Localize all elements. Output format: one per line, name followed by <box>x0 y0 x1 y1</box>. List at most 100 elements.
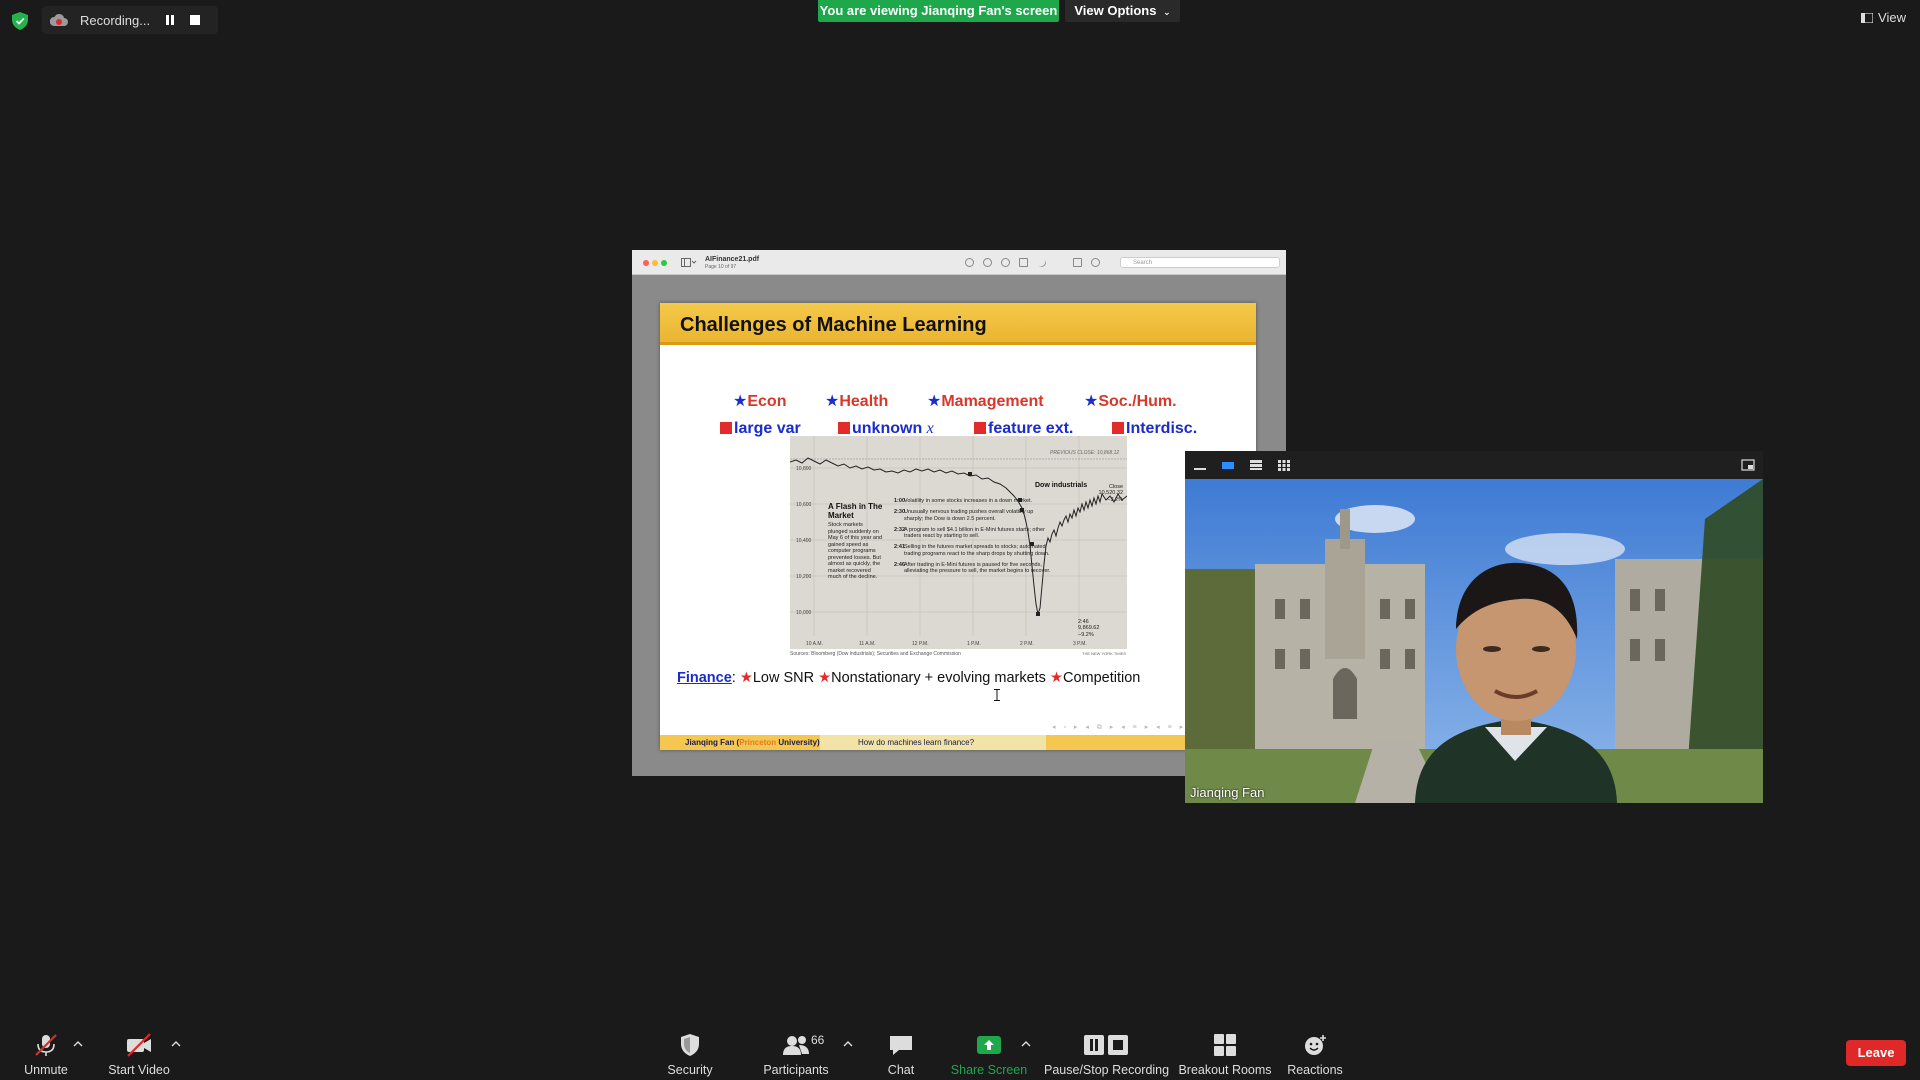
red-square-icon <box>974 422 986 434</box>
y-tick-label: 10,800 <box>796 466 812 472</box>
pdf-search-field[interactable]: Search <box>1120 257 1280 268</box>
close-window-icon[interactable] <box>643 260 649 266</box>
markup-toolbar-icon[interactable] <box>1091 258 1100 267</box>
graphic-credit: THE NEW YORK TIMES <box>1082 651 1127 656</box>
event-list: 1:00 Volatility in some stocks increases … <box>894 498 1054 580</box>
pause-recording-icon[interactable] <box>164 14 176 26</box>
minimize-video-icon[interactable] <box>1193 459 1207 471</box>
strip-view-icon[interactable] <box>1249 459 1263 471</box>
x-tick-label: 1 P.M. <box>967 641 981 647</box>
close-value-label: Close 10,520.32 −3.2% <box>1098 484 1123 503</box>
pause-stop-label: Pause/Stop Recording <box>1044 1063 1170 1077</box>
unmute-button[interactable]: Unmute <box>18 1020 74 1080</box>
y-tick-label: 10,000 <box>796 610 812 616</box>
info-icon[interactable] <box>965 258 974 267</box>
start-video-label: Start Video <box>108 1063 170 1077</box>
participant-video-panel[interactable]: Jianqing Fan <box>1185 451 1763 803</box>
finance-link[interactable]: Finance <box>677 670 732 686</box>
blue-star-icon: ★ <box>1084 393 1099 410</box>
share-screen-arrow-icon <box>977 1036 1001 1054</box>
minimize-window-icon[interactable] <box>652 260 658 266</box>
slide-footer: Jianqing Fan (Princeton University) How … <box>660 735 1256 750</box>
participants-icon <box>783 1036 809 1055</box>
event-item: 2:32 A program to sell $4.1 billion in E-… <box>894 526 1045 540</box>
x-tick-label: 3 P.M. <box>1073 641 1087 647</box>
reactions-button[interactable]: Reactions <box>1282 1020 1348 1080</box>
video-camera-off-icon <box>127 1033 151 1057</box>
participants-label: Participants <box>763 1063 829 1077</box>
view-options-button[interactable]: View Options ⌄ <box>1065 0 1180 22</box>
markup-pen-icon[interactable] <box>1035 256 1048 269</box>
participant-video-feed <box>1185 479 1763 803</box>
share-screen-button[interactable]: Share Screen <box>948 1020 1030 1080</box>
flash-heading: A Flash in The Market <box>828 502 883 520</box>
video-panel-header <box>1185 451 1763 479</box>
finance-challenges-line: Finance: ★Low SNR ★Nonstationary + evolv… <box>677 670 1141 686</box>
field-soc-hum: ★Soc./Hum. <box>1084 393 1177 410</box>
zoom-out-icon[interactable] <box>983 258 992 267</box>
recording-indicator: Recording... <box>42 6 218 34</box>
security-label: Security <box>667 1063 713 1077</box>
meeting-controls-toolbar: Unmute Start Video Security Participants <box>0 1020 1920 1080</box>
pdf-page-indicator: Page 10 of 97 <box>705 264 737 270</box>
recording-label: Recording... <box>80 12 151 28</box>
view-button[interactable]: View <box>1861 10 1906 25</box>
unmute-label: Unmute <box>24 1063 68 1077</box>
video-options-caret-icon[interactable] <box>171 1040 181 1048</box>
pause-stop-icon <box>1084 1035 1128 1055</box>
campus-background-image <box>1185 479 1763 803</box>
field-econ: ★Econ <box>733 393 787 410</box>
pdf-tool-icons <box>965 256 1125 269</box>
start-video-button[interactable]: Start Video <box>104 1020 174 1080</box>
exit-fullscreen-icon[interactable] <box>1741 459 1755 471</box>
cloud-recording-icon <box>50 13 68 26</box>
red-star-icon: ★ <box>1049 670 1063 686</box>
share-icon[interactable] <box>1019 258 1028 267</box>
share-screen-label: Share Screen <box>950 1063 1028 1077</box>
x-tick-label: 11 A.M. <box>859 641 876 647</box>
y-tick-label: 10,200 <box>796 574 812 580</box>
zoom-window-icon[interactable] <box>661 260 667 266</box>
red-square-icon <box>720 422 732 434</box>
red-star-icon: ★ <box>818 670 832 686</box>
gallery-view-icon[interactable] <box>1277 459 1291 471</box>
viewing-screen-banner: You are viewing Jianqing Fan's screen <box>818 0 1059 22</box>
blue-star-icon: ★ <box>733 393 748 410</box>
chevron-down-icon: ⌄ <box>1163 7 1171 17</box>
reactions-label: Reactions <box>1287 1063 1343 1077</box>
blue-star-icon: ★ <box>927 393 942 410</box>
participants-options-caret-icon[interactable] <box>843 1040 853 1048</box>
flash-crash-graphic: PREVIOUS CLOSE: 10,868.12 10,800 10,600 … <box>790 436 1127 649</box>
markup-chevron-icon[interactable] <box>1055 258 1064 267</box>
chat-button[interactable]: Chat <box>876 1020 926 1080</box>
encryption-shield-icon[interactable] <box>12 12 28 30</box>
event-item: 2:30 Unusually nervous trading pushes ove… <box>894 509 1034 522</box>
event-item: 2:46 After trading in E-Mini futures is p… <box>894 562 1051 575</box>
pause-stop-recording-button[interactable]: Pause/Stop Recording <box>1044 1020 1170 1080</box>
event-item: 1:00 Volatility in some stocks increases … <box>894 498 1033 504</box>
presentation-slide: Challenges of Machine Learning ★Econ ★He… <box>660 303 1256 750</box>
participants-button[interactable]: Participants <box>756 1020 836 1080</box>
security-button[interactable]: Security <box>660 1020 720 1080</box>
chat-bubble-icon <box>890 1036 912 1055</box>
field-management: ★Mamagement <box>927 393 1044 410</box>
pdf-filename: AIFinance21.pdf <box>705 256 760 263</box>
speaker-view-icon[interactable] <box>1221 459 1235 471</box>
share-options-caret-icon[interactable] <box>1021 1040 1031 1048</box>
x-tick-label: 12 P.M. <box>912 641 929 647</box>
stop-recording-icon[interactable] <box>190 15 200 25</box>
event-item: 2:41 Selling in the futures market spread… <box>894 544 1050 557</box>
breakout-rooms-button[interactable]: Breakout Rooms <box>1178 1020 1272 1080</box>
slide-title: Challenges of Machine Learning <box>680 314 987 336</box>
blue-star-icon: ★ <box>825 393 840 410</box>
view-button-label: View <box>1878 10 1906 25</box>
participant-count-badge: 66 <box>811 1033 825 1047</box>
graphic-sources: Sources: Bloomberg (Dow industrials); Se… <box>790 651 961 657</box>
challenge-large-var: large var <box>720 420 801 438</box>
zoom-in-icon[interactable] <box>1001 258 1010 267</box>
rotate-icon[interactable] <box>1073 258 1082 267</box>
x-tick-label: 10 A.M. <box>806 641 823 647</box>
sidebar-toggle-icon[interactable] <box>681 258 697 267</box>
audio-options-caret-icon[interactable] <box>73 1040 83 1048</box>
leave-meeting-button[interactable]: Leave <box>1846 1040 1906 1066</box>
